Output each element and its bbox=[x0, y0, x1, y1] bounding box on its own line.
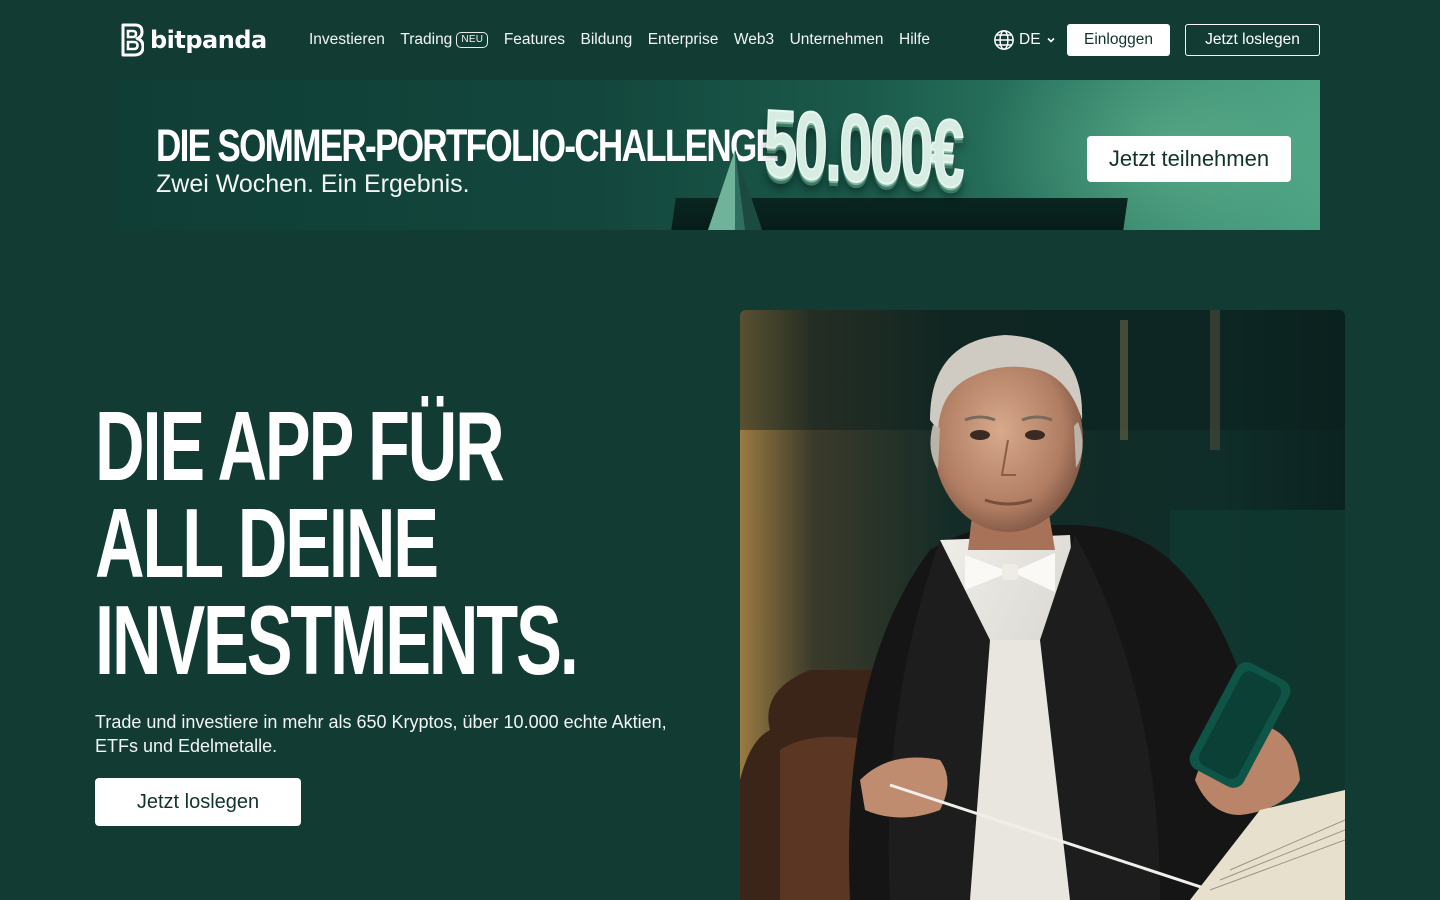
language-selector[interactable]: DE bbox=[993, 28, 1056, 52]
nav-item-unternehmen[interactable]: Unternehmen bbox=[790, 31, 884, 49]
nav-item-label: Web3 bbox=[733, 31, 775, 48]
nav-item-label: Unternehmen bbox=[789, 31, 884, 48]
main-nav: Investieren Trading NEU Features Bildung… bbox=[309, 28, 946, 52]
hero-description: Trade und investiere in mehr als 650 Kry… bbox=[95, 712, 667, 756]
login-button[interactable]: Einloggen bbox=[1067, 24, 1170, 56]
site-header: bitpanda Investieren Trading NEU Feature… bbox=[0, 0, 1440, 80]
nav-item-label: Hilfe bbox=[899, 31, 931, 48]
nav-item-enterprise[interactable]: Enterprise bbox=[648, 31, 719, 49]
logo-wordmark: bitpanda bbox=[150, 26, 267, 54]
nav-item-label: Enterprise bbox=[647, 31, 719, 48]
portrait-illustration bbox=[740, 310, 1345, 900]
globe-icon bbox=[994, 30, 1014, 50]
hero-headline-line: ALL DEINE bbox=[95, 488, 439, 598]
promo-banner[interactable]: DIE SOMMER-PORTFOLIO-CHALLENGE Zwei Woch… bbox=[120, 80, 1320, 230]
hero-headline: DIE APP FÜR ALL DEINE INVESTMENTS. bbox=[95, 391, 579, 695]
banner-subtitle: Zwei Wochen. Ein Ergebnis. bbox=[156, 170, 470, 198]
language-code: DE bbox=[1019, 31, 1041, 48]
hero-headline-line: DIE APP FÜR bbox=[95, 391, 505, 501]
nav-item-bildung[interactable]: Bildung bbox=[581, 31, 633, 49]
nav-item-label: Trading bbox=[400, 31, 453, 48]
nav-item-hilfe[interactable]: Hilfe bbox=[899, 31, 930, 49]
bitpanda-b-logo-icon bbox=[121, 23, 144, 57]
nav-item-label: Investieren bbox=[309, 31, 385, 48]
hero-get-started-button[interactable]: Jetzt loslegen bbox=[95, 778, 301, 826]
nav-item-features[interactable]: Features bbox=[504, 31, 565, 49]
crystal-trophy-icon bbox=[708, 150, 762, 230]
hero-portrait-photo bbox=[740, 310, 1345, 900]
get-started-button[interactable]: Jetzt loslegen bbox=[1185, 24, 1320, 56]
nav-item-web3[interactable]: Web3 bbox=[734, 31, 774, 49]
nav-item-label: Features bbox=[503, 31, 565, 48]
nav-item-label: Bildung bbox=[580, 31, 633, 48]
nav-item-investieren[interactable]: Investieren bbox=[309, 31, 385, 49]
bitpanda-logo[interactable]: bitpanda bbox=[120, 22, 267, 58]
prize-amount: 50.000€ bbox=[763, 89, 962, 209]
hero-headline-line: INVESTMENTS. bbox=[95, 585, 579, 695]
chevron-down-icon bbox=[1046, 37, 1055, 43]
banner-title: DIE SOMMER-PORTFOLIO-CHALLENGE bbox=[156, 120, 779, 171]
nav-item-trading[interactable]: Trading NEU bbox=[400, 31, 489, 49]
new-badge: NEU bbox=[456, 32, 489, 48]
join-challenge-button[interactable]: Jetzt teilnehmen bbox=[1087, 136, 1291, 182]
